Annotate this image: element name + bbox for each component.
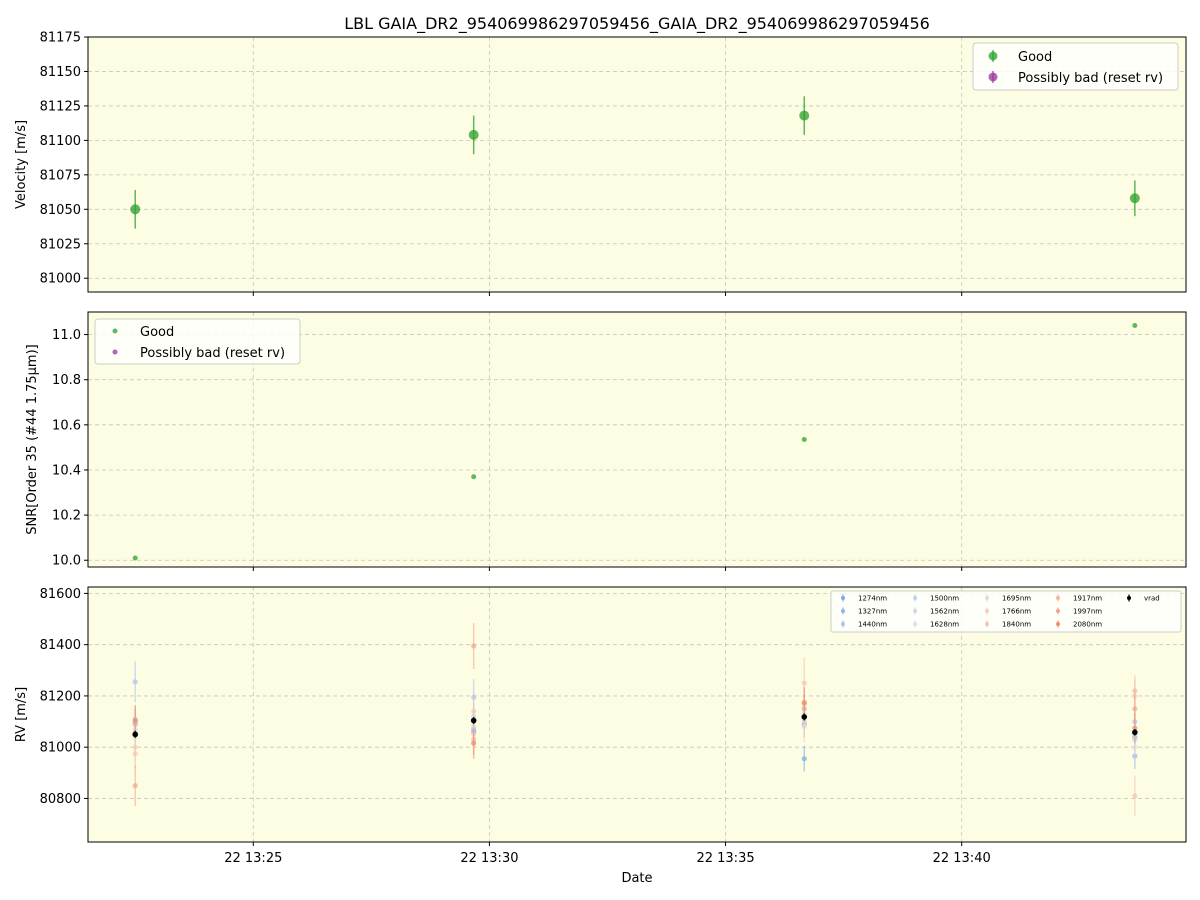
y-tick-label: 81000 xyxy=(40,272,81,287)
legend-label: 1997nm xyxy=(1073,608,1102,616)
legend-label: 1500nm xyxy=(930,595,959,603)
data-point xyxy=(1129,193,1140,204)
legend-label: 1628nm xyxy=(930,621,959,629)
y-tick-label: 81100 xyxy=(40,134,81,149)
data-point xyxy=(1132,744,1138,750)
data-point xyxy=(471,708,477,714)
y-tick-label: 81125 xyxy=(40,99,81,114)
data-point xyxy=(471,474,477,480)
x-tick-label: 22 13:35 xyxy=(696,851,754,866)
y-tick-label: 10.8 xyxy=(52,373,81,388)
legend-marker xyxy=(1056,609,1060,613)
legend-label: 2080nm xyxy=(1073,621,1102,629)
legend-marker xyxy=(985,596,989,600)
legend: Good Possibly bad (reset rv) xyxy=(972,42,1179,91)
legend-label: 1766nm xyxy=(1002,608,1031,616)
y-tick-label: 81075 xyxy=(40,168,81,183)
data-point xyxy=(801,437,807,442)
y-tick-label: 81000 xyxy=(40,741,81,756)
data-point xyxy=(468,129,479,140)
legend-label: 1562nm xyxy=(930,608,959,616)
legend-marker xyxy=(112,328,118,334)
x-tick-label: 22 13:40 xyxy=(933,851,991,866)
y-axis-label: RV [m/s] xyxy=(14,687,29,742)
legend-marker xyxy=(913,622,917,626)
panel-3: 80800 81000 81200 81400 81600 RV [m/s] 22 13:2… xyxy=(14,586,1187,886)
data-point xyxy=(132,717,138,723)
legend: 1274nm 1327nm 1440nm 1500nm 1562nm 1628nm 1695… xyxy=(830,590,1182,633)
x-tick-label: 22 13:30 xyxy=(460,851,518,866)
y-tick-label: 11.0 xyxy=(52,328,81,343)
data-point xyxy=(132,731,139,738)
panel-1: 81000 81025 81050 81075 81100 81125 81150 81175… xyxy=(14,31,1187,296)
legend-label: Good xyxy=(1018,50,1052,65)
legend-marker xyxy=(1056,622,1060,626)
y-tick-label: 81200 xyxy=(40,689,81,704)
legend-marker xyxy=(988,51,998,61)
legend-marker xyxy=(988,72,998,82)
data-point xyxy=(1132,793,1138,799)
data-point xyxy=(799,110,810,121)
data-point xyxy=(132,555,138,561)
y-tick-label: 81600 xyxy=(40,587,81,602)
y-tick-label: 10.0 xyxy=(52,554,81,569)
figure: LBL GAIA_DR2_954069986297059456_GAIA_DR2… xyxy=(14,14,1187,886)
legend-label: 1695nm xyxy=(1002,595,1031,603)
legend-label: 1274nm xyxy=(858,595,887,603)
chart-title: LBL GAIA_DR2_954069986297059456_GAIA_DR2… xyxy=(344,14,930,34)
x-tick-label: 22 13:25 xyxy=(224,851,282,866)
data-point xyxy=(1132,729,1138,736)
data-point xyxy=(801,756,807,762)
y-tick-label: 81050 xyxy=(40,203,81,218)
y-tick-label: 81175 xyxy=(40,31,81,46)
y-tick-label: 81150 xyxy=(40,65,81,80)
legend-label: 1327nm xyxy=(858,608,887,616)
data-point xyxy=(801,699,807,705)
data-point xyxy=(801,680,807,686)
data-point xyxy=(1132,323,1138,329)
legend-label: Possibly bad (reset rv) xyxy=(140,346,285,361)
panel-2: 10.0 10.2 10.4 10.6 10.8 11.0 SNR[Order 35 (#4… xyxy=(25,311,1187,571)
legend-marker xyxy=(1127,596,1131,600)
legend-marker xyxy=(913,609,917,613)
data-point xyxy=(801,724,807,730)
legend-label: 1840nm xyxy=(1002,621,1031,629)
legend-label: vrad xyxy=(1144,595,1160,603)
data-point xyxy=(132,750,138,757)
legend-label: Possibly bad (reset rv) xyxy=(1018,71,1163,86)
x-axis-label: Date xyxy=(621,871,652,886)
legend-marker xyxy=(913,596,917,600)
data-point xyxy=(1132,706,1138,712)
y-tick-label: 10.6 xyxy=(52,418,81,433)
y-tick-label: 81400 xyxy=(40,638,81,653)
legend-label: 1440nm xyxy=(858,621,887,629)
legend-marker xyxy=(985,622,989,626)
y-axis-label: Velocity [m/s] xyxy=(14,120,29,209)
data-point xyxy=(1132,688,1138,694)
y-tick-label: 10.2 xyxy=(52,509,81,524)
legend-marker xyxy=(985,609,989,613)
panels: 81000 81025 81050 81075 81100 81125 81150 81175… xyxy=(14,31,1187,886)
data-point xyxy=(470,717,477,724)
y-tick-label: 81025 xyxy=(40,237,81,252)
legend-marker xyxy=(1056,596,1060,600)
data-point xyxy=(471,740,477,746)
legend-marker xyxy=(841,622,845,626)
data-point xyxy=(801,714,808,720)
y-tick-label: 80800 xyxy=(40,792,81,807)
data-point xyxy=(132,679,138,685)
data-point xyxy=(130,204,141,215)
y-tick-label: 10.4 xyxy=(52,463,81,478)
y-axis-label: SNR[Order 35 (#44 1.75μm)] xyxy=(25,344,40,535)
data-point xyxy=(471,643,477,649)
legend-marker xyxy=(841,609,845,613)
legend-label: Good xyxy=(140,325,174,340)
data-point xyxy=(132,783,138,789)
legend-label: 1917nm xyxy=(1073,595,1102,603)
legend-marker xyxy=(112,349,118,355)
legend-marker xyxy=(841,596,845,600)
legend: Good Possibly bad (reset rv) xyxy=(94,318,301,365)
